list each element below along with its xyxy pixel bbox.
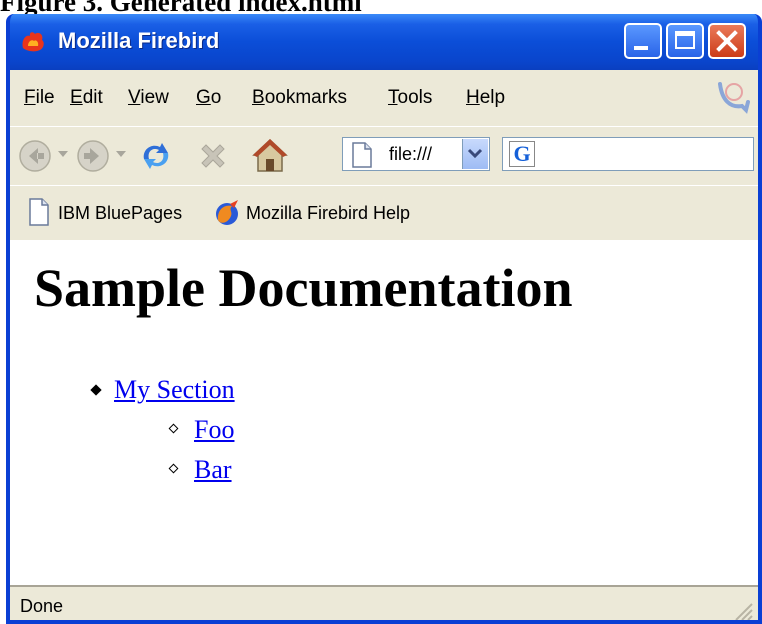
menu-tools[interactable]: Tools: [388, 86, 432, 110]
menu-help[interactable]: Help: [466, 86, 505, 110]
menu-file[interactable]: File: [24, 86, 55, 110]
list-item-subsection: Foo: [168, 414, 234, 446]
list-item-section: My Section: [90, 374, 235, 406]
url-dropdown-button[interactable]: [462, 139, 488, 169]
list-item-subsection: Bar: [168, 454, 232, 486]
menu-view[interactable]: View: [128, 86, 169, 110]
page-heading: Sample Documentation: [34, 258, 573, 318]
bookmarks-toolbar: IBM BluePages Mozilla Firebird Help: [10, 185, 758, 242]
navigation-toolbar: file:/// G: [10, 126, 758, 186]
forward-icon[interactable]: [76, 139, 110, 173]
link-my-section[interactable]: My Section: [114, 375, 235, 404]
menu-bookmarks[interactable]: Bookmarks: [252, 86, 347, 110]
close-button[interactable]: [708, 23, 746, 59]
page-content: Sample Documentation My Section Foo Bar: [10, 240, 758, 585]
reload-icon[interactable]: [136, 137, 176, 175]
chevron-down-icon: [467, 148, 483, 159]
status-text: Done: [20, 596, 64, 616]
bullet-circle-icon: [168, 423, 179, 434]
resize-grip-icon[interactable]: [732, 600, 754, 622]
browser-window: Mozilla Firebird File Edit View Go Bookm…: [6, 14, 762, 624]
minimize-icon: [634, 46, 648, 50]
link-bar[interactable]: Bar: [194, 455, 232, 484]
bookmark-label: IBM BluePages: [58, 203, 183, 223]
menu-go[interactable]: Go: [196, 86, 221, 110]
close-icon: [716, 30, 738, 52]
bookmark-label: Mozilla Firebird Help: [246, 203, 411, 223]
window-title: Mozilla Firebird: [58, 28, 220, 53]
url-bar[interactable]: file:///: [342, 137, 490, 171]
back-icon[interactable]: [18, 139, 52, 173]
title-bar[interactable]: Mozilla Firebird: [10, 14, 758, 70]
menu-bar: File Edit View Go Bookmarks Tools Help: [10, 70, 758, 127]
url-input[interactable]: file:///: [389, 142, 449, 166]
page-icon: [352, 142, 372, 168]
firebird-icon: [216, 200, 238, 225]
link-foo[interactable]: Foo: [194, 415, 234, 444]
forward-dropdown-icon[interactable]: [114, 149, 128, 159]
bullet-disc-icon: [90, 384, 102, 396]
home-icon[interactable]: [250, 135, 290, 175]
back-dropdown-icon[interactable]: [56, 149, 70, 159]
google-icon[interactable]: G: [509, 141, 535, 167]
firebird-app-icon: [22, 32, 44, 52]
bullet-circle-icon: [168, 463, 179, 474]
browser-chrome: File Edit View Go Bookmarks Tools Help f…: [10, 70, 758, 242]
minimize-button[interactable]: [624, 23, 662, 59]
maximize-button[interactable]: [666, 23, 704, 59]
stop-icon[interactable]: [196, 139, 230, 173]
search-box[interactable]: G: [502, 137, 754, 171]
throbber-icon[interactable]: [716, 76, 752, 116]
maximize-icon: [675, 31, 695, 49]
menu-edit[interactable]: Edit: [70, 86, 103, 110]
page-icon: [29, 198, 49, 226]
status-bar: Done: [10, 585, 758, 622]
